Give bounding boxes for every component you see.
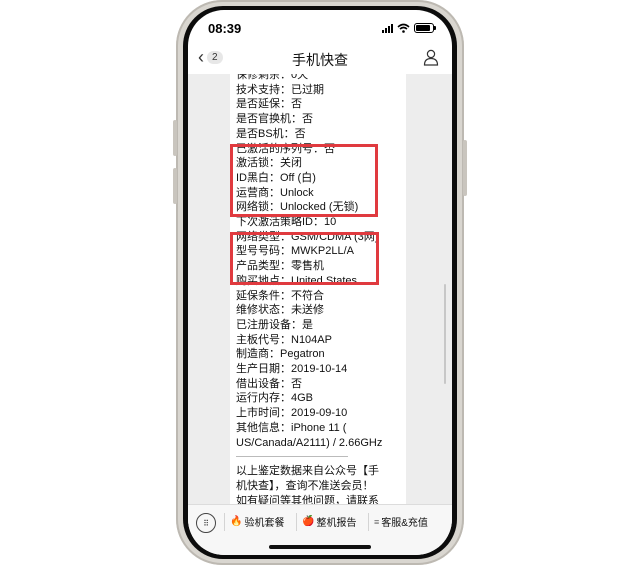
keyboard-icon[interactable]: ⠿ xyxy=(196,513,216,533)
chat-area[interactable]: 保修剩余：0天 技术支持：已过期 是否延保：否 是否官换机：否 是否BS机：否 … xyxy=(188,74,452,504)
apple-icon: 🍎 xyxy=(302,516,315,527)
message-line: 维修状态：未送修 xyxy=(236,304,324,317)
message-lines: 保修剩余：0天 技术支持：已过期 是否延保：否 是否官换机：否 是否BS机：否 … xyxy=(236,74,406,504)
phone-side-button xyxy=(173,168,177,204)
menu-item-label: 整机报告 xyxy=(316,518,357,529)
highlight-box-model xyxy=(230,232,379,285)
signal-icon xyxy=(382,23,393,33)
message-divider xyxy=(236,456,348,458)
menu-item-label: 验机套餐 xyxy=(244,518,285,529)
user-icon[interactable] xyxy=(422,48,440,66)
phone-side-button xyxy=(173,120,177,156)
message-line: 是否延保：否 xyxy=(236,98,302,111)
message-line: 运行内存：4GB xyxy=(236,392,314,405)
menu-divider xyxy=(296,513,297,531)
message-line: US/Canada/A2111) / 2.66GHz xyxy=(236,436,383,449)
menu-item-label: 客服&充值 xyxy=(381,518,428,529)
message-line: 主板代号：N104AP xyxy=(236,333,332,346)
scrollbar[interactable] xyxy=(444,284,446,384)
message-line: 其他信息：iPhone 11 ( xyxy=(236,421,347,434)
message-bubble: 保修剩余：0天 技术支持：已过期 是否延保：否 是否官换机：否 是否BS机：否 … xyxy=(230,74,406,504)
message-line: 下次激活策略ID：10 xyxy=(236,216,337,229)
menu-divider xyxy=(224,513,225,531)
message-line: 是否BS机：否 xyxy=(236,127,306,140)
message-line: 借出设备：否 xyxy=(236,377,302,390)
phone-power-button xyxy=(463,140,467,196)
message-line: 上市时间：2019-09-10 xyxy=(236,407,348,420)
message-line: 延保条件：不符合 xyxy=(236,289,324,302)
status-time: 08:39 xyxy=(208,21,242,36)
phone-screen: 08:39 ‹ 2 手机快查 保修剩余：0天 技术支持：已过期 是否延保：否 是… xyxy=(188,10,452,555)
page-title: 手机快查 xyxy=(292,52,348,68)
phone-frame: 08:39 ‹ 2 手机快查 保修剩余：0天 技术支持：已过期 是否延保：否 是… xyxy=(173,0,467,565)
menu-item-inspection[interactable]: 🔥 验机套餐 xyxy=(230,514,284,529)
nav-bar: ‹ 2 手机快查 xyxy=(188,40,452,76)
message-line: 保修剩余：0天 xyxy=(236,74,309,81)
status-icons xyxy=(382,22,436,34)
menu-item-report[interactable]: 🍎 整机报告 xyxy=(302,514,356,529)
menu-divider xyxy=(368,513,369,531)
wifi-icon xyxy=(397,23,410,33)
message-footer-line: 机快查】，查询不准送会员！ xyxy=(236,479,374,492)
message-line: 生产日期：2019-10-14 xyxy=(236,363,348,376)
message-footer-line: 以上鉴定数据来自公众号【手 xyxy=(236,465,379,478)
home-indicator xyxy=(269,545,371,549)
message-line: 是否官换机：否 xyxy=(236,113,313,126)
message-line: 已注册设备：是 xyxy=(236,318,313,331)
message-line: 技术支持：已过期 xyxy=(236,83,324,96)
menu-item-service[interactable]: ≡ 客服&充值 xyxy=(374,514,428,530)
fire-icon: 🔥 xyxy=(230,516,243,527)
message-line: 制造商：Pegatron xyxy=(236,348,325,361)
battery-icon xyxy=(414,23,436,33)
menu-list-icon: ≡ xyxy=(374,516,380,527)
highlight-box-activation xyxy=(230,144,378,217)
message-footer-line: 如有疑问等其他问题，请联系 xyxy=(236,494,379,504)
status-bar: 08:39 xyxy=(188,10,452,40)
